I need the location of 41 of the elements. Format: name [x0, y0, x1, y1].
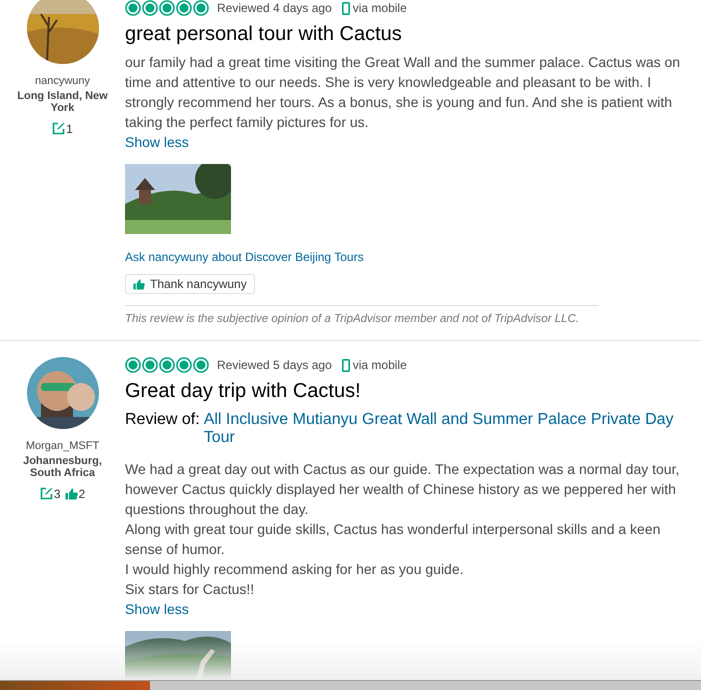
- rating-bubble-icon: [193, 357, 209, 374]
- review-of-link[interactable]: All Inclusive Mutianyu Great Wall and Summer Palace Private Day Tour: [204, 411, 683, 448]
- via-mobile-label: via mobile: [352, 0, 407, 17]
- review-text: We had a great day out with Cactus as our guide. The expectation was a normal day tour, however Cactus quickly displayed her wealth of Chinese history as we peppered her with questions throughout the day.: [125, 460, 680, 520]
- rating-bubble-icon: [193, 0, 209, 16]
- rating-bubble-icon: [125, 0, 141, 16]
- rating-bubble-icon: [142, 0, 158, 16]
- rating-bubble-icon: [176, 0, 192, 16]
- disclaimer-text: This review is the subjective opinion of a TripAdvisor member and not of TripAdvisor LLC.: [125, 305, 599, 328]
- review-of-label: Review of:: [125, 411, 200, 430]
- thumbs-up-icon: [64, 487, 78, 500]
- review-text: our family had a great time visiting the Great Wall and the summer palace. Cactus was on time and attentive to our needs. She is very knowledgeable and pleasant to be with. I strongly recommend her tours. As a bonus, she is young and fun. And she is patient with taking the perfect family pictures for us.: [125, 53, 682, 132]
- badge-count: 2: [78, 486, 86, 503]
- mobile-phone-icon: [342, 358, 350, 372]
- review-title[interactable]: Great day trip with Cactus!: [125, 379, 683, 404]
- pencil-note-icon: [40, 487, 53, 500]
- review-title[interactable]: great personal tour with Cactus: [125, 22, 683, 46]
- thumbs-up-icon: [133, 278, 145, 290]
- rating-bubble-icon: [159, 357, 175, 374]
- rating-bubble-icon: [142, 357, 158, 374]
- rating-bubble-icon: [159, 0, 175, 16]
- review-text: I would highly recommend asking for her as you guide.: [125, 560, 465, 580]
- pencil-note-icon: [52, 122, 66, 135]
- review-text: Along with great tour guide skills, Cactus has wonderful interpersonal skills and a keen sense of humor.: [125, 520, 662, 560]
- review-date: Reviewed 5 days ago: [217, 357, 332, 374]
- show-less-link[interactable]: Show less: [125, 132, 189, 152]
- review-date: Reviewed 4 days ago: [217, 0, 332, 17]
- user-location: Long Island, New York: [16, 90, 109, 114]
- badge-count: 1: [66, 120, 73, 138]
- via-mobile-label: via mobile: [352, 357, 407, 374]
- rating-bubble-icon: [176, 357, 192, 374]
- badge-count: 3: [54, 486, 60, 503]
- show-less-link[interactable]: Show less: [125, 599, 189, 620]
- thank-button[interactable]: Thank nancywuny: [125, 274, 255, 294]
- user-location: Johannesburg, South Africa: [22, 454, 103, 479]
- review-text: Six stars for Cactus!!: [125, 580, 256, 600]
- username[interactable]: nancywuny: [34, 73, 90, 90]
- mobile-phone-icon: [342, 2, 350, 14]
- rating-bubble-icon: [125, 357, 141, 374]
- username[interactable]: Morgan_MSFT: [26, 438, 100, 455]
- ask-question-link[interactable]: Ask nancywuny about Discover Beijing Tours: [125, 248, 683, 266]
